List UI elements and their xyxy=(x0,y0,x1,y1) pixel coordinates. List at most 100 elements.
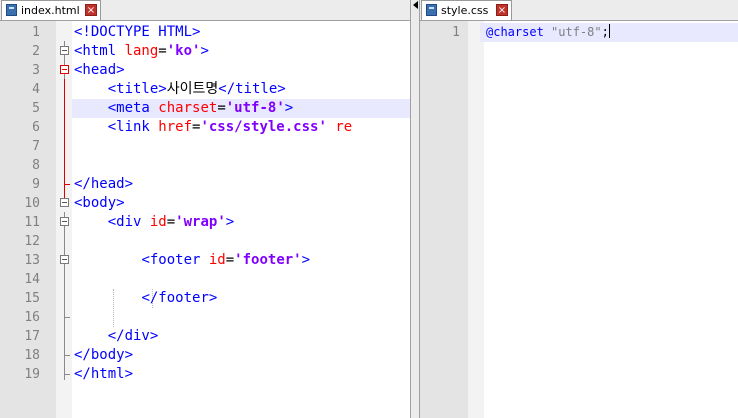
code-line[interactable]: 1 <!DOCTYPE HTML> xyxy=(0,23,410,42)
splitter-arrow-icon[interactable] xyxy=(413,1,418,9)
code-token: <!DOCTYPE HTML> xyxy=(74,24,201,40)
code-line[interactable]: 11 <div id='wrap'> xyxy=(0,213,410,232)
code-token: "utf-8" xyxy=(551,25,602,39)
fold-margin xyxy=(468,21,484,418)
close-tab-icon[interactable]: × xyxy=(496,4,508,16)
code-line[interactable]: 7 xyxy=(0,137,410,156)
line-number: 8 xyxy=(32,158,40,173)
code-token: <html xyxy=(74,43,125,59)
line-number: 5 xyxy=(32,101,40,116)
line-number: 13 xyxy=(24,253,40,268)
code-line[interactable]: 6 <link href='css/style.css' re xyxy=(0,118,410,137)
code-line[interactable]: 15 </footer> xyxy=(0,289,410,308)
code-token: > xyxy=(225,214,235,230)
tab-label: style.css xyxy=(441,4,489,17)
code-text: </html> xyxy=(74,365,133,384)
code-token: re xyxy=(335,119,353,135)
tab-index-html[interactable]: index.html × xyxy=(1,0,101,20)
code-token: > xyxy=(200,43,209,59)
code-line[interactable]: 8 xyxy=(0,156,410,175)
code-line[interactable]: 19 </html> xyxy=(0,365,410,384)
code-token: id xyxy=(149,214,167,230)
code-line[interactable]: 14 xyxy=(0,270,410,289)
line-number: 6 xyxy=(32,120,40,135)
line-number: 15 xyxy=(24,291,40,306)
pane-splitter[interactable] xyxy=(410,0,420,418)
code-token: > xyxy=(301,252,311,268)
code-text: </footer> xyxy=(74,289,217,308)
line-number: 14 xyxy=(24,272,40,287)
code-token: 'wrap' xyxy=(175,214,226,230)
line-number: 9 xyxy=(32,177,40,192)
code-text: </div> xyxy=(74,327,159,346)
code-line[interactable]: 4 <title>사이트명</title> xyxy=(0,80,410,99)
fold-toggle-icon[interactable] xyxy=(60,217,69,226)
code-line[interactable]: 5 <meta charset='utf-8'> xyxy=(0,99,410,118)
code-line[interactable]: 1 @charset "utf-8"; xyxy=(420,23,738,42)
code-text: <head> xyxy=(74,61,125,80)
line-number: 12 xyxy=(24,234,40,249)
code-token: 'footer' xyxy=(234,252,302,268)
code-text: <div id='wrap'> xyxy=(74,213,234,232)
line-number: 17 xyxy=(24,329,40,344)
code-token: href xyxy=(158,119,193,135)
line-number: 18 xyxy=(24,348,40,363)
html-file-icon xyxy=(6,4,17,16)
code-token: </title> xyxy=(218,81,286,97)
code-token: <head> xyxy=(74,62,125,78)
code-token: </body> xyxy=(74,347,134,363)
text-caret xyxy=(608,24,610,38)
code-text: <html lang='ko'> xyxy=(74,42,209,61)
fold-toggle-icon[interactable] xyxy=(60,46,69,55)
code-text: <!DOCTYPE HTML> xyxy=(74,23,200,42)
fold-toggle-icon[interactable] xyxy=(60,65,69,74)
code-token: <body> xyxy=(74,195,125,211)
code-token: ; xyxy=(601,25,609,39)
code-line[interactable]: 3 <head> xyxy=(0,61,410,80)
line-number: 3 xyxy=(32,63,40,78)
code-text: </body> xyxy=(74,346,133,365)
line-number: 4 xyxy=(32,82,40,97)
line-number: 1 xyxy=(32,25,40,40)
code-line[interactable]: 2 <html lang='ko'> xyxy=(0,42,410,61)
code-token: @charset xyxy=(486,25,544,39)
code-line[interactable]: 13 <footer id='footer'> xyxy=(0,251,410,270)
left-tab-bar: index.html × xyxy=(0,0,410,21)
tab-label: index.html xyxy=(21,4,80,17)
close-tab-icon[interactable]: × xyxy=(85,4,97,16)
line-number: 1 xyxy=(452,25,460,40)
fold-toggle-icon[interactable] xyxy=(60,255,69,264)
tab-style-css[interactable]: style.css × xyxy=(421,0,512,20)
code-token: <title> xyxy=(107,81,167,97)
fold-toggle-icon[interactable] xyxy=(60,198,69,207)
code-line[interactable]: 17 </div> xyxy=(0,327,410,346)
line-number: 11 xyxy=(24,215,40,230)
code-line[interactable]: 9 </head> xyxy=(0,175,410,194)
code-token: <meta xyxy=(107,100,159,116)
code-token: 사이트명 xyxy=(166,81,219,97)
code-token: = xyxy=(158,43,167,59)
code-token: </head> xyxy=(74,176,134,192)
line-number: 16 xyxy=(24,310,40,325)
code-token: <footer xyxy=(141,252,209,268)
code-token: = xyxy=(166,214,176,230)
code-line[interactable]: 10 <body> xyxy=(0,194,410,213)
code-token: lang xyxy=(124,43,159,59)
code-token: </html> xyxy=(74,366,134,382)
code-text: <body> xyxy=(74,194,125,213)
css-file-icon xyxy=(426,4,437,16)
code-area[interactable]: 1 <!DOCTYPE HTML> 2 <html lang='ko'> 3 <head>… xyxy=(0,23,410,384)
code-token: = xyxy=(217,100,226,116)
code-area[interactable]: 1 @charset "utf-8"; xyxy=(420,23,738,42)
code-text: @charset "utf-8"; xyxy=(486,23,610,42)
code-line[interactable]: 18 </body> xyxy=(0,346,410,365)
code-text: <link href='css/style.css' re xyxy=(74,118,352,137)
code-line[interactable]: 12 xyxy=(0,232,410,251)
code-line[interactable]: 16 xyxy=(0,308,410,327)
code-text: </head> xyxy=(74,175,133,194)
